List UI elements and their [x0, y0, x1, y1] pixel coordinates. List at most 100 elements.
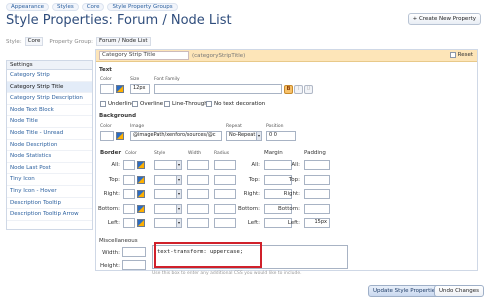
italic-button[interactable]: I — [294, 85, 303, 94]
underline-checkbox[interactable] — [100, 101, 106, 107]
padding-side-label: All: — [291, 162, 300, 168]
sidebar-item[interactable]: Node Statistics — [7, 151, 92, 163]
create-new-property-button[interactable]: + Create New Property — [407, 13, 481, 25]
property-editor-panel: Category Strip Title (categoryStripTitle… — [95, 49, 478, 276]
sidebar-item[interactable]: Description Tooltip — [7, 198, 92, 210]
sidebar-item[interactable]: Category Strip Title — [7, 81, 92, 94]
chevron-down-icon: ▾ — [176, 161, 181, 169]
property-group-select[interactable]: Forum / Node List — [96, 37, 151, 46]
border-color-input[interactable] — [123, 160, 135, 170]
color-picker-icon[interactable] — [137, 219, 145, 227]
border-side-label: Right: — [103, 191, 120, 197]
reset-checkbox[interactable] — [449, 52, 456, 58]
sidebar-item[interactable]: Node Text Block — [7, 105, 92, 117]
border-color-label: Color — [125, 151, 137, 156]
border-side-label: Bottom: — [97, 205, 120, 212]
color-picker-icon[interactable] — [137, 190, 145, 198]
reset-toggle[interactable]: Reset — [449, 52, 473, 58]
color-picker-icon[interactable] — [116, 132, 124, 140]
color-picker-icon[interactable] — [137, 161, 145, 169]
bg-position-input[interactable]: 0 0 — [266, 131, 296, 141]
border-style-select[interactable]: ▾ — [154, 174, 182, 185]
underline-format-button[interactable]: U — [304, 85, 313, 94]
bg-repeat-label: Repeat — [226, 124, 242, 129]
color-picker-icon[interactable] — [137, 175, 145, 184]
breadcrumb-appearance[interactable]: Appearance — [6, 3, 50, 11]
font-family-input[interactable] — [154, 84, 282, 94]
overline-option[interactable]: Overline — [132, 101, 163, 107]
text-size-input[interactable]: 12px — [130, 84, 150, 94]
sidebar-item[interactable]: Category Strip — [7, 70, 92, 82]
padding-input[interactable] — [304, 160, 330, 170]
padding-input[interactable] — [304, 203, 330, 214]
property-sidebar: Settings Category Strip Category Strip Ti… — [6, 60, 93, 230]
border-width-input[interactable] — [187, 174, 209, 185]
border-color-input[interactable] — [123, 218, 135, 228]
padding-input[interactable]: 15px — [304, 218, 330, 228]
update-style-properties-button[interactable]: Update Style Properties — [368, 285, 444, 297]
sidebar-item[interactable]: Tiny Icon — [7, 174, 92, 186]
sidebar-item[interactable]: Node Title - Unread — [7, 128, 92, 140]
no-decoration-checkbox[interactable] — [206, 101, 212, 107]
sidebar-item[interactable]: Node Description — [7, 140, 92, 152]
breadcrumb-styles[interactable]: Styles — [52, 3, 79, 11]
reset-label: Reset — [457, 52, 473, 58]
property-group-label: Property Group: — [49, 38, 94, 45]
no-decoration-option[interactable]: No text decoration — [206, 101, 265, 107]
color-picker-icon[interactable] — [116, 85, 124, 93]
bg-image-label: Image — [130, 124, 145, 129]
undo-changes-button[interactable]: Undo Changes — [434, 285, 485, 297]
border-side-label: Left: — [107, 220, 120, 226]
border-style-select[interactable]: ▾ — [154, 218, 182, 228]
style-select[interactable]: Core — [24, 37, 44, 46]
padding-input[interactable] — [304, 189, 330, 199]
background-section-title: Background — [99, 113, 137, 119]
sidebar-item[interactable]: Node Title — [7, 116, 92, 128]
sidebar-item[interactable]: Description Tooltip Arrow — [7, 209, 92, 221]
breadcrumb-style-property-groups[interactable]: Style Property Groups — [107, 3, 178, 11]
sidebar-item[interactable]: Category Strip Description — [7, 93, 92, 105]
sidebar-item[interactable]: Node Last Post — [7, 163, 92, 175]
bg-color-label: Color — [100, 124, 112, 129]
border-color-input[interactable] — [123, 203, 135, 214]
border-color-input[interactable] — [123, 174, 135, 185]
property-id-label: (categoryStripTitle) — [192, 52, 246, 59]
bold-button[interactable]: B — [284, 85, 293, 94]
border-color-input[interactable] — [123, 189, 135, 199]
height-input[interactable] — [122, 260, 146, 270]
overline-checkbox[interactable] — [132, 101, 138, 107]
border-section-title: Border — [100, 150, 122, 156]
sidebar-item[interactable]: Tiny Icon - Hover — [7, 186, 92, 198]
sidebar-header: Settings — [7, 61, 92, 70]
overline-label: Overline — [140, 101, 164, 107]
line-through-option[interactable]: Line-Through — [164, 101, 208, 107]
margin-side-label: Top: — [248, 176, 260, 183]
css-hint: Use this box to enter any additional CSS… — [152, 271, 302, 276]
border-style-select[interactable]: ▾ — [154, 160, 182, 170]
no-decoration-label: No text decoration — [214, 101, 266, 107]
border-style-select[interactable]: ▾ — [154, 203, 182, 214]
breadcrumb-core[interactable]: Core — [81, 3, 105, 11]
panel-header: Category Strip Title (categoryStripTitle… — [96, 50, 477, 62]
color-picker-icon[interactable] — [137, 204, 145, 213]
chevron-down-icon: ▾ — [176, 204, 181, 213]
property-title-field[interactable]: Category Strip Title — [99, 51, 189, 60]
text-color-input[interactable] — [100, 84, 114, 94]
line-through-checkbox[interactable] — [164, 101, 170, 107]
bg-repeat-select[interactable]: No-Repeat ▾ — [226, 131, 262, 141]
border-width-input[interactable] — [187, 203, 209, 214]
border-side-label: Top: — [108, 176, 120, 183]
bg-image-input[interactable]: @imagePath/xenforo/sources/@c — [130, 131, 222, 141]
underline-option[interactable]: Underline — [100, 101, 135, 107]
padding-input[interactable] — [304, 174, 330, 185]
padding-side-label: Right: — [283, 191, 300, 197]
bg-color-input[interactable] — [100, 131, 114, 141]
border-width-input[interactable] — [187, 160, 209, 170]
filter-bar: Style: Core Property Group: Forum / Node… — [6, 37, 151, 46]
width-input[interactable] — [122, 247, 146, 257]
border-style-select[interactable]: ▾ — [154, 189, 182, 199]
margin-side-label: Right: — [243, 191, 260, 197]
margin-side-label: Bottom: — [237, 205, 260, 212]
border-width-input[interactable] — [187, 189, 209, 199]
border-width-input[interactable] — [187, 218, 209, 228]
